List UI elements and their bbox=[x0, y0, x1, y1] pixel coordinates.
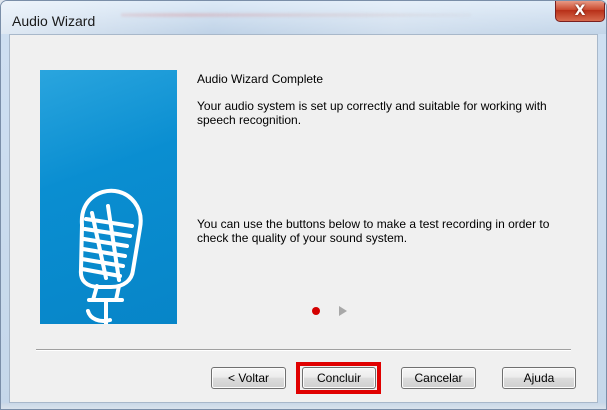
title-bar[interactable]: Audio Wizard X bbox=[1, 1, 606, 34]
cancel-button[interactable]: Cancelar bbox=[401, 367, 476, 389]
close-icon: X bbox=[574, 3, 586, 19]
blurred-title-text bbox=[121, 9, 471, 21]
wizard-heading: Audio Wizard Complete bbox=[197, 72, 324, 86]
progress-dot-icon bbox=[312, 307, 320, 315]
finish-button[interactable]: Concluir bbox=[302, 367, 376, 389]
window-bottom-shadow bbox=[1, 403, 606, 409]
next-arrow-icon bbox=[339, 306, 347, 316]
microphone-icon bbox=[78, 188, 143, 324]
back-button[interactable]: < Voltar bbox=[211, 367, 286, 389]
window-title: Audio Wizard bbox=[12, 13, 96, 29]
wizard-progress-indicator bbox=[312, 305, 352, 317]
setup-status-text: Your audio system is set up correctly an… bbox=[197, 99, 547, 127]
close-button[interactable]: X bbox=[555, 1, 605, 22]
wizard-banner bbox=[40, 70, 177, 324]
test-recording-instructions: You can use the buttons below to make a … bbox=[197, 217, 550, 245]
audio-wizard-window: Audio Wizard X Audio Wizard Complete You… bbox=[0, 0, 607, 410]
button-separator bbox=[36, 349, 571, 351]
help-button[interactable]: Ajuda bbox=[502, 367, 576, 389]
wizard-content-area: Audio Wizard Complete Your audio system … bbox=[9, 34, 598, 403]
